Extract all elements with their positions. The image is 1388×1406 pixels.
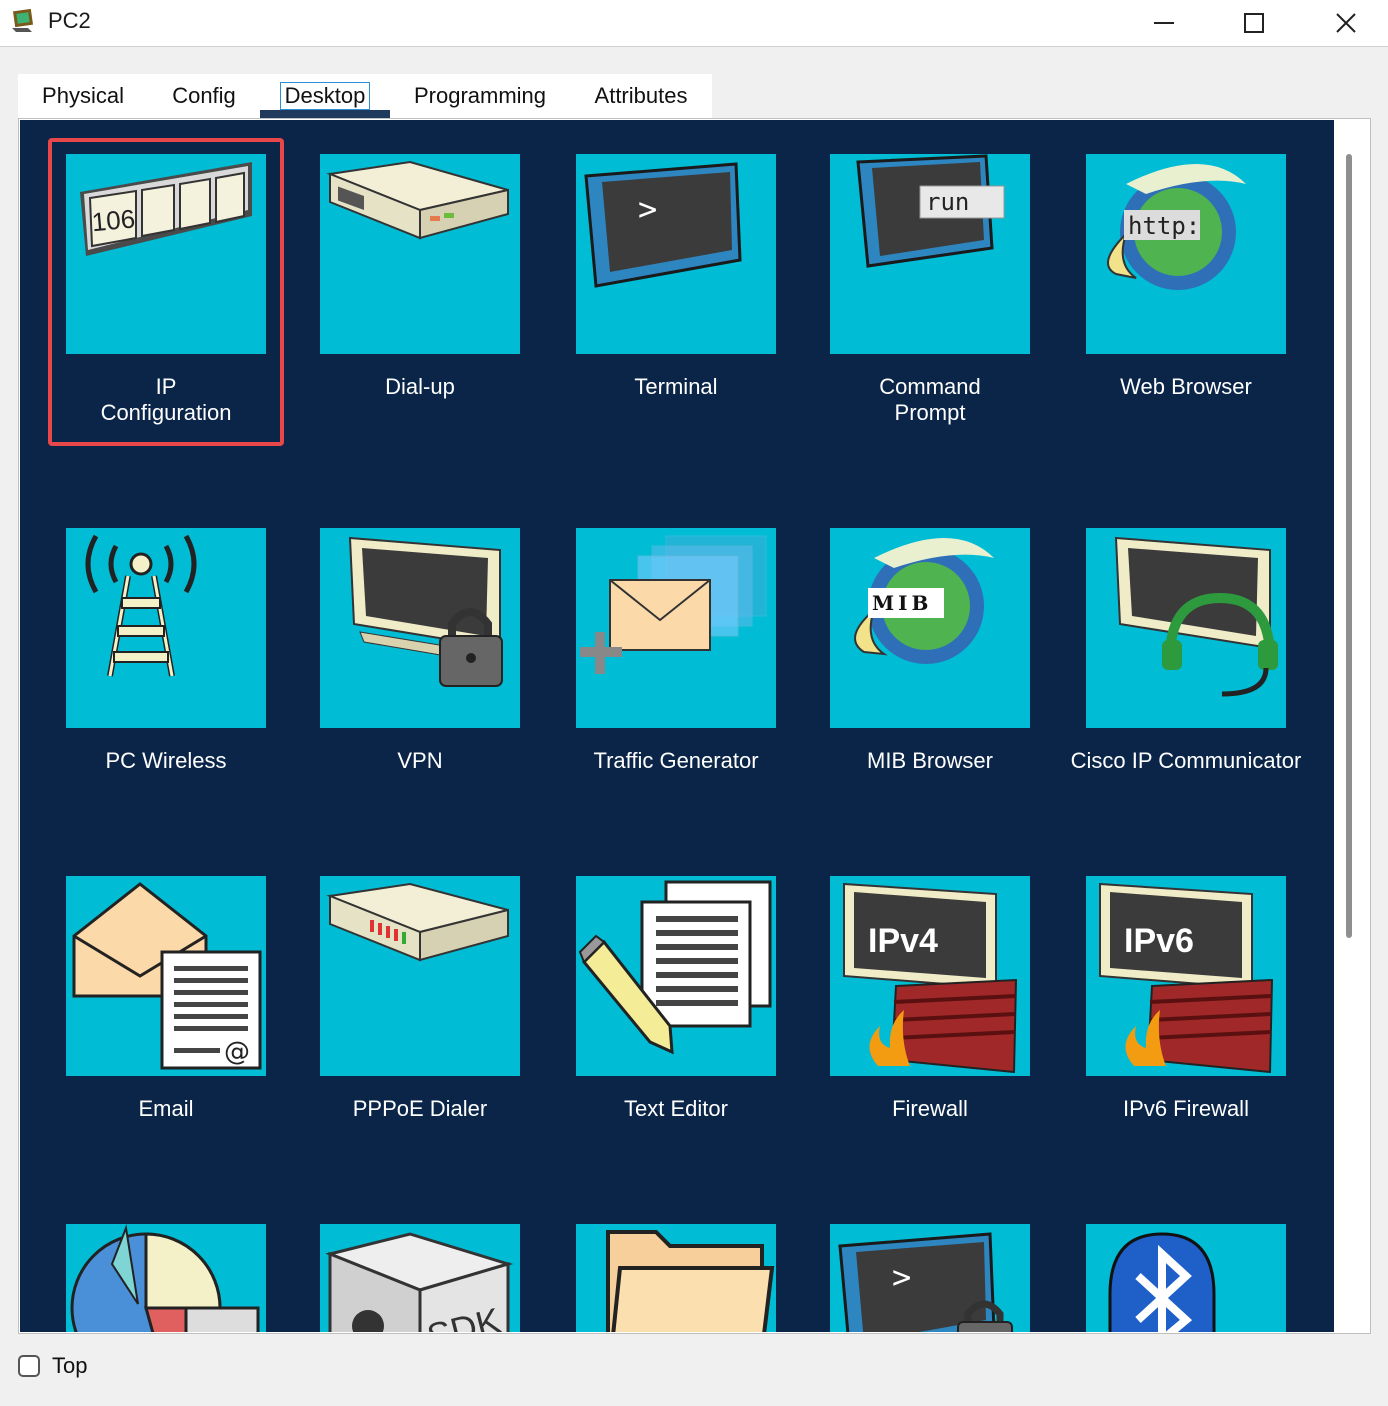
window-title: PC2 xyxy=(48,8,91,33)
maximize-button[interactable] xyxy=(1208,0,1300,46)
vpn-monitor-lock-icon xyxy=(320,528,520,728)
app-label: Web Browser xyxy=(1120,374,1252,399)
mib-browser-icon: MIB xyxy=(830,528,1030,728)
app-label: Cisco IP Communicator xyxy=(1070,748,1302,773)
pppoe-dialer-icon xyxy=(320,876,520,1076)
desktop-panel: 106 IP Configuration Dial-up > Terminal … xyxy=(20,120,1334,1332)
app-label: Text Editor xyxy=(624,1096,728,1121)
svg-text:106: 106 xyxy=(90,204,136,238)
sdk-box-icon: SDK xyxy=(320,1224,520,1332)
maximize-icon xyxy=(1244,13,1264,33)
active-tab-indicator xyxy=(260,110,390,118)
app-label: Firewall xyxy=(892,1096,968,1121)
svg-text:>: > xyxy=(892,1258,911,1296)
ip-configuration-icon: 106 xyxy=(66,154,266,354)
app-label: IPv6 Firewall xyxy=(1123,1096,1249,1121)
tab-config[interactable]: Config xyxy=(148,74,260,118)
app-label: Terminal xyxy=(634,374,718,399)
app-label: IP Configuration xyxy=(100,374,232,425)
top-checkbox-label: Top xyxy=(52,1353,88,1378)
app-label: PPPoE Dialer xyxy=(352,1096,488,1121)
footer: Top xyxy=(18,1352,87,1380)
app-label: Command Prompt xyxy=(879,374,981,425)
close-icon xyxy=(1336,13,1356,33)
app-label: Traffic Generator xyxy=(593,748,759,773)
svg-text:IPv6: IPv6 xyxy=(1124,922,1194,960)
svg-text:MIB: MIB xyxy=(872,591,932,615)
ipv4-firewall-icon: IPv4 xyxy=(830,876,1030,1076)
tab-physical[interactable]: Physical xyxy=(18,74,148,118)
text-editor-icon xyxy=(576,876,776,1076)
traffic-generator-icon xyxy=(576,528,776,728)
close-button[interactable] xyxy=(1300,0,1388,46)
wireless-tower-icon xyxy=(66,528,266,728)
bluetooth-icon xyxy=(1086,1224,1286,1332)
svg-text:>: > xyxy=(638,190,657,228)
ipv6-firewall-icon: IPv6 xyxy=(1086,876,1286,1076)
app-label: Email xyxy=(138,1096,194,1121)
app-label: MIB Browser xyxy=(867,748,993,773)
pie-chart-icon xyxy=(66,1224,266,1332)
svg-text:@: @ xyxy=(224,1037,250,1067)
packet-tracer-pc-icon xyxy=(12,8,34,32)
folder-icon xyxy=(576,1224,776,1332)
svg-text:IPv4: IPv4 xyxy=(868,922,938,960)
terminal-icon: > xyxy=(576,154,776,354)
title-bar: PC2 xyxy=(0,0,1388,47)
dial-up-modem-icon xyxy=(320,154,520,354)
web-browser-icon: http: xyxy=(1086,154,1286,354)
terminal-lock-icon: > xyxy=(830,1224,1030,1332)
tab-programming[interactable]: Programming xyxy=(390,74,570,118)
ip-communicator-headset-icon xyxy=(1086,528,1286,728)
minimize-icon xyxy=(1154,22,1174,24)
command-prompt-icon: run xyxy=(830,154,1030,354)
minimize-button[interactable] xyxy=(1118,0,1210,46)
app-label: PC Wireless xyxy=(105,748,227,773)
tab-attributes[interactable]: Attributes xyxy=(570,74,712,118)
email-icon: @ xyxy=(66,876,266,1076)
app-label: Dial-up xyxy=(385,374,455,399)
top-checkbox[interactable] xyxy=(18,1355,40,1377)
app-label: VPN xyxy=(397,748,443,773)
svg-text:http:: http: xyxy=(1128,212,1200,240)
vertical-scrollbar[interactable] xyxy=(1346,154,1352,938)
svg-text:run: run xyxy=(926,188,969,216)
